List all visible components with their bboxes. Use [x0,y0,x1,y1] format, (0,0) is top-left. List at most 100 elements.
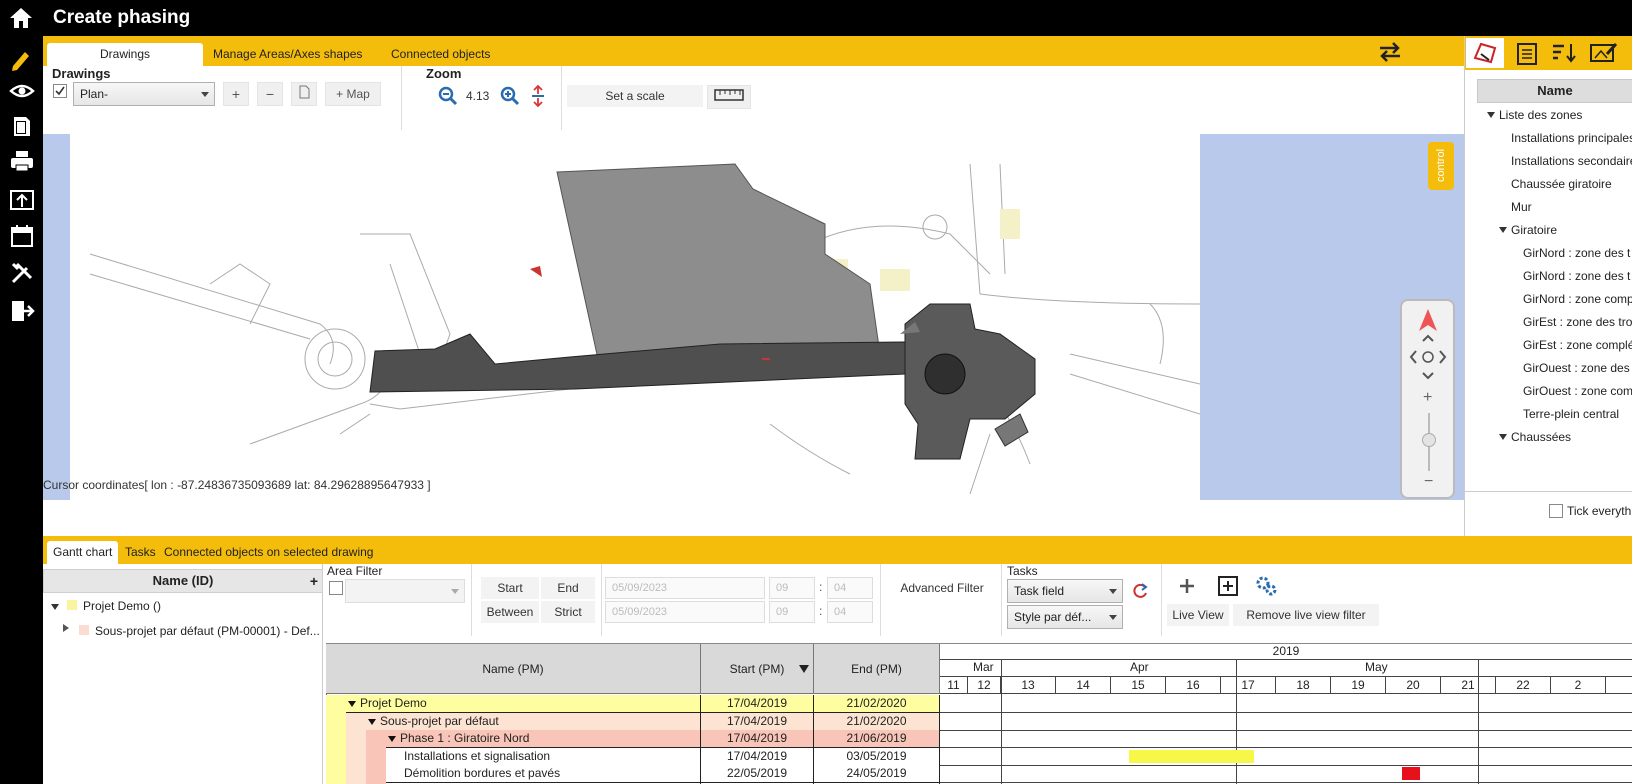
gantt-task-bar[interactable] [1129,749,1254,763]
start-date-input[interactable]: 05/09/2023 [605,577,765,599]
end-hour-input[interactable]: 09 [769,601,815,623]
filter-strict-button[interactable]: Strict [541,601,595,623]
table-row[interactable]: Phase 1 : Giratoire Nord 17/04/2019 21/06/… [326,730,940,748]
tree-item[interactable]: GirOuest : zone des [1523,361,1630,375]
zoom-minus-icon[interactable]: − [1424,473,1433,491]
tab-connected-objects-drawing[interactable]: Connected objects on selected drawing [158,541,379,564]
tab-connected-objects[interactable]: Connected objects [381,43,500,66]
tab-gantt-chart[interactable]: Gantt chart [47,541,119,564]
book-icon[interactable] [9,113,35,139]
week-label: 17 [1221,677,1276,694]
table-row[interactable]: Projet Demo 17/04/2019 21/02/2020 [326,695,940,713]
refresh-icon[interactable] [1131,582,1149,600]
tick-everything-checkbox[interactable] [1549,504,1563,518]
tree-item[interactable]: Installations secondaires [1511,154,1632,168]
tree-item-giratoire[interactable]: Giratoire [1511,223,1557,237]
drawing-visible-checkbox[interactable] [53,84,67,98]
tools-icon[interactable] [9,260,35,286]
shape-edit-icon[interactable] [1471,40,1499,66]
plan-select[interactable]: Plan- [73,82,215,106]
table-row[interactable]: Sous-projet par défaut 17/04/2019 21/02/20… [326,712,940,731]
add-column-icon[interactable]: + [310,570,318,592]
table-row[interactable]: Installations et signalisation 17/04/2019… [326,747,940,766]
filter-start-button[interactable]: Start [481,577,539,599]
zoom-slider-handle[interactable] [1422,433,1436,447]
cell-end: 24/05/2019 [814,765,940,783]
north-arrow-icon[interactable] [1417,307,1439,333]
start-hour-input[interactable]: 09 [769,577,815,599]
column-end-pm[interactable]: End (PM) [814,644,940,694]
eye-icon[interactable] [9,78,35,104]
filter-between-button[interactable]: Between [481,601,539,623]
drawings-label: Drawings [52,66,111,81]
advanced-filter-button[interactable]: Advanced Filter [887,577,997,599]
gantt-row-line [940,764,1632,766]
tree-item-chaussees[interactable]: Chaussées [1511,430,1571,444]
logout-icon[interactable] [9,298,35,324]
cell-start: 22/05/2019 [701,765,814,783]
tree-item[interactable]: Chaussée giratoire [1511,177,1612,191]
table-row[interactable]: Démolition bordures et pavés22/05/201924… [326,765,940,783]
sort-icon[interactable] [1550,40,1578,66]
pan-control-icon[interactable] [1408,331,1448,383]
fit-height-icon[interactable] [530,84,546,108]
area-filter-select[interactable] [345,579,465,603]
cell-start: 17/04/2019 [701,730,814,748]
tree-item[interactable]: Mur [1511,200,1532,214]
column-name-pm[interactable]: Name (PM) [326,644,701,694]
zoom-in-icon[interactable] [500,86,520,106]
home-icon[interactable] [8,6,34,30]
tree-item[interactable]: GirNord : zone des t [1523,269,1630,283]
tree-item[interactable]: GirOuest : zone com [1523,384,1632,398]
image-edit-icon[interactable] [1589,40,1619,66]
gantt-task-bar[interactable] [1402,767,1420,780]
zoom-plus-icon[interactable]: + [1423,389,1432,407]
start-minute-input[interactable]: 04 [827,577,873,599]
week-label: 18 [1276,677,1331,694]
live-view-button[interactable]: Live View [1167,604,1229,626]
tree-item-liste-zones[interactable]: Liste des zones [1499,108,1582,122]
week-label: 13 [1001,677,1056,694]
add-drawing-button[interactable]: + [223,82,249,106]
calendar-icon[interactable] [9,223,35,249]
pencil-icon[interactable] [9,46,35,72]
filter-end-button[interactable]: End [541,577,595,599]
tab-manage-areas[interactable]: Manage Areas/Axes shapes [203,43,372,66]
style-select[interactable]: Style par déf... [1007,605,1123,629]
tree-item-projet-demo[interactable]: Projet Demo () [83,599,161,613]
tree-item[interactable]: GirEst : zone complé [1523,338,1632,352]
task-field-select[interactable]: Task field [1007,579,1123,603]
copy-drawing-button[interactable] [291,82,317,106]
end-minute-input[interactable]: 04 [827,601,873,623]
tree-item-sous-projet[interactable]: Sous-projet par défaut (PM-00001) - Def.… [95,624,320,638]
control-panel-toggle[interactable]: control [1428,142,1454,190]
end-date-input[interactable]: 05/09/2023 [605,601,765,623]
settings-icon[interactable] [1255,574,1279,598]
printer-icon[interactable] [9,148,35,174]
tree-item[interactable]: Terre-plein central [1523,407,1619,421]
set-scale-button[interactable]: Set a scale [567,85,703,107]
clipboard-icon[interactable] [1515,40,1539,66]
add-icon[interactable] [1177,576,1197,596]
remove-drawing-button[interactable]: − [257,82,283,106]
map-canvas[interactable]: + − control [43,134,1464,500]
area-filter-checkbox[interactable] [329,581,343,595]
tree-item[interactable]: Installations principales [1511,131,1632,145]
column-start-pm[interactable]: Start (PM) [701,644,814,694]
tree-item[interactable]: GirNord : zone comp [1523,292,1632,306]
scale-ruler-button[interactable] [707,85,751,109]
tab-drawings[interactable]: Drawings [47,43,203,66]
tree-item[interactable]: GirNord : zone des t [1523,246,1630,260]
zoom-out-icon[interactable] [438,86,458,106]
map-button[interactable]: + Map [325,82,381,106]
map-button-label: Map [346,87,370,101]
zones-panel: Name Liste des zones Installations princ… [1464,36,1632,536]
swap-icon[interactable] [1376,39,1404,65]
add-frame-icon[interactable] [1217,575,1239,597]
tree-item[interactable]: GirEst : zone des tro [1523,315,1632,329]
ruler-icon [714,89,744,101]
tab-tasks[interactable]: Tasks [119,541,162,564]
project-tree-panel: Name (ID) + Projet Demo () Sous-projet pa… [43,564,323,784]
export-icon[interactable] [9,187,35,213]
remove-live-view-button[interactable]: Remove live view filter [1233,604,1379,626]
